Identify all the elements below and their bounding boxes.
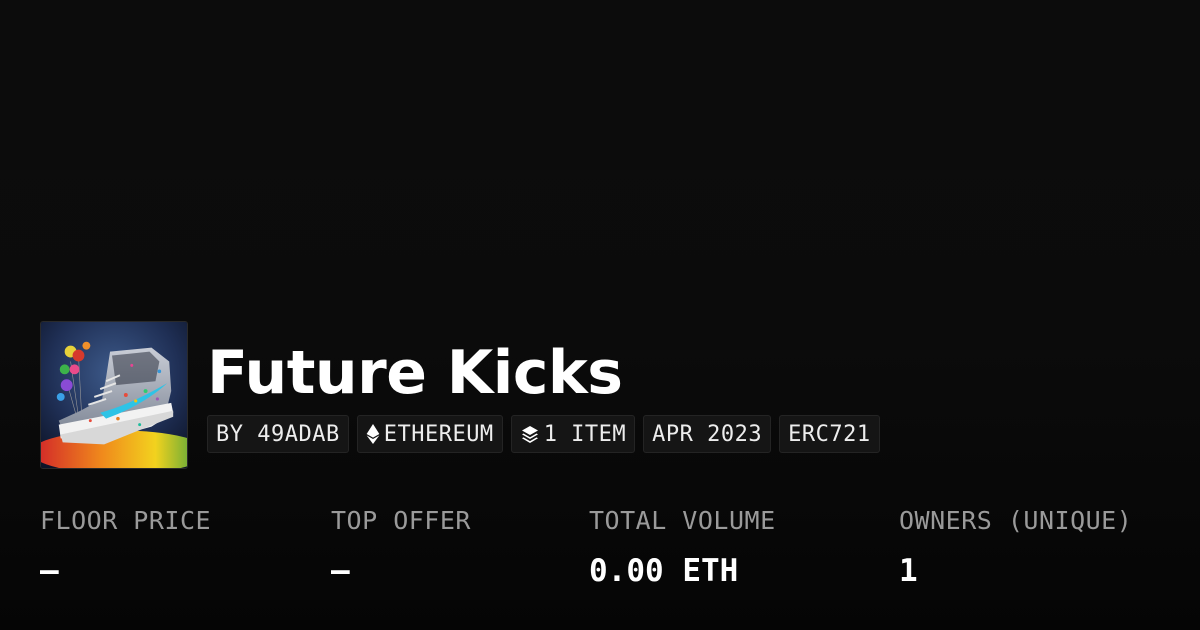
token-standard-tag: ERC721: [779, 415, 880, 453]
collection-title: Future Kicks: [207, 338, 623, 408]
sneaker-artwork-image: [41, 322, 187, 468]
stat-label: OWNERS (UNIQUE): [899, 506, 1133, 535]
stat-label: TOTAL VOLUME: [589, 506, 776, 535]
stat-owners-unique: OWNERS (UNIQUE) 1: [899, 505, 1132, 589]
date-tag: APR 2023: [643, 415, 772, 453]
creator-tag-label: BY 49ADAB: [216, 421, 340, 447]
chain-tag-label: ETHEREUM: [383, 421, 494, 447]
date-tag-label: APR 2023: [652, 421, 763, 447]
stat-floor-price: FLOOR PRICE –: [40, 505, 211, 589]
item-count-tag-label: 1 ITEM: [543, 421, 627, 447]
token-standard-tag-label: ERC721: [788, 421, 871, 447]
creator-tag[interactable]: BY 49ADAB: [207, 415, 349, 453]
stat-label: FLOOR PRICE: [40, 506, 212, 535]
stat-top-offer: TOP OFFER –: [331, 505, 471, 589]
collection-tags: BY 49ADAB ETHEREUM 1 ITEM APR 2023 ERC72…: [207, 415, 880, 453]
stat-value: 0.00 ETH: [589, 553, 739, 589]
stat-value: –: [40, 553, 59, 589]
layers-icon: [521, 426, 538, 443]
collection-stats: FLOOR PRICE – TOP OFFER – TOTAL VOLUME 0…: [0, 505, 1200, 605]
chain-tag[interactable]: ETHEREUM: [356, 415, 503, 453]
ethereum-icon: [366, 424, 380, 444]
item-count-tag[interactable]: 1 ITEM: [510, 415, 636, 453]
collection-header: Future Kicks BY 49ADAB ETHEREUM 1 ITEM A…: [40, 321, 880, 469]
stat-label: TOP OFFER: [331, 506, 471, 535]
collection-thumbnail[interactable]: [40, 321, 188, 469]
stat-value: –: [331, 553, 350, 589]
stat-value: 1: [899, 553, 918, 589]
stat-total-volume: TOTAL VOLUME 0.00 ETH: [589, 505, 776, 589]
